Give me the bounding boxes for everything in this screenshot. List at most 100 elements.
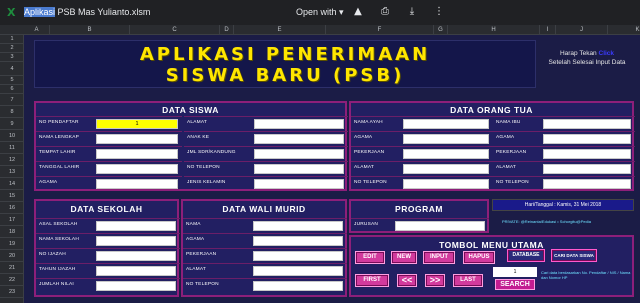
next-button[interactable]: >> (425, 274, 445, 287)
field-label: NAMA LENGKAP (39, 135, 79, 140)
row-header[interactable]: 8 (0, 106, 24, 118)
field-input[interactable] (96, 134, 178, 144)
form-row: JML SDR/KANDUNG (184, 146, 348, 160)
row-header[interactable]: 5 (0, 76, 24, 85)
row-header[interactable]: 19 (0, 238, 24, 250)
form-row: NAMA IBU (493, 116, 635, 130)
field-label: NO TELEPON (186, 282, 219, 287)
field-input[interactable] (403, 149, 489, 159)
field-input[interactable] (96, 266, 176, 276)
field-label: NAMA AYAH (354, 120, 383, 125)
row-header[interactable]: 21 (0, 262, 24, 274)
search-button[interactable]: SEARCH (495, 279, 535, 290)
field-input[interactable] (543, 179, 631, 189)
row-header[interactable]: 9 (0, 118, 24, 130)
row-header[interactable]: 6 (0, 85, 24, 94)
instruction-note: Harap Tekan Click Setelah Selesai Input … (539, 49, 635, 67)
field-input[interactable] (96, 281, 176, 291)
search-input[interactable]: 1 (493, 267, 537, 277)
first-button[interactable]: FIRST (355, 274, 389, 287)
database-button[interactable]: DATABASE (507, 249, 545, 262)
last-button[interactable]: LAST (453, 274, 483, 287)
row-header[interactable]: 7 (0, 94, 24, 106)
row-header[interactable]: 15 (0, 190, 24, 202)
row-header[interactable]: 11 (0, 142, 24, 154)
column-header[interactable]: H (448, 25, 540, 35)
column-header[interactable]: D (220, 25, 234, 35)
field-input[interactable] (395, 221, 485, 231)
field-input[interactable] (254, 134, 344, 144)
field-input[interactable] (254, 164, 344, 174)
hapus-button[interactable]: HAPUS (463, 251, 495, 264)
field-input[interactable] (403, 119, 489, 129)
field-input[interactable] (96, 149, 178, 159)
download-icon[interactable]: ⤓ (405, 5, 419, 19)
edit-button[interactable]: EDIT (355, 251, 385, 264)
field-input[interactable] (543, 149, 631, 159)
prev-button[interactable]: << (397, 274, 417, 287)
field-input[interactable]: 1 (96, 119, 178, 129)
column-header[interactable]: K (608, 25, 640, 35)
google-drive-icon[interactable]: ▲ (351, 5, 365, 19)
print-icon[interactable]: ⎙ (378, 5, 392, 19)
spreadsheet-viewport[interactable]: ABCDEFGHIJKLM 12345678910111213141516171… (0, 25, 640, 303)
form-row: ASAL SEKOLAH (36, 218, 180, 232)
field-input[interactable] (96, 236, 176, 246)
field-label: AGAMA (186, 237, 205, 242)
field-label: ASAL SEKOLAH (39, 222, 78, 227)
row-header[interactable]: 13 (0, 166, 24, 178)
column-header[interactable]: E (234, 25, 326, 35)
row-header[interactable]: 23 (0, 286, 24, 298)
field-input[interactable] (96, 179, 178, 189)
field-input[interactable] (96, 251, 176, 261)
banner-title-line1: APLIKASI PENERIMAAN (139, 44, 431, 65)
field-input[interactable] (253, 251, 343, 261)
column-header[interactable]: I (540, 25, 556, 35)
field-input[interactable] (543, 164, 631, 174)
row-header[interactable]: 16 (0, 202, 24, 214)
row-header[interactable]: 12 (0, 154, 24, 166)
field-input[interactable] (96, 164, 178, 174)
sheet-grid[interactable]: APLIKASI PENERIMAAN SISWA BARU (PSB) Har… (24, 35, 640, 303)
row-header[interactable]: 3 (0, 53, 24, 62)
data-sekolah-section: DATA SEKOLAH ASAL SEKOLAH NAMA SEKOLAH NO … (34, 199, 180, 297)
row-header[interactable]: 2 (0, 44, 24, 53)
column-headers: ABCDEFGHIJKLM (0, 25, 640, 35)
column-header[interactable]: G (434, 25, 448, 35)
field-input[interactable] (253, 281, 343, 291)
column-header[interactable]: F (326, 25, 434, 35)
field-input[interactable] (253, 236, 343, 246)
field-input[interactable] (254, 149, 344, 159)
column-header[interactable]: C (130, 25, 220, 35)
cari-data-button[interactable]: CARI DATA SISWA (551, 249, 597, 262)
row-header[interactable]: 14 (0, 178, 24, 190)
field-input[interactable] (96, 221, 176, 231)
row-header[interactable]: 10 (0, 130, 24, 142)
row-header[interactable]: 18 (0, 226, 24, 238)
new-button[interactable]: NEW (391, 251, 417, 264)
form-row: JUMLAH NILAI (36, 278, 180, 292)
field-input[interactable] (403, 164, 489, 174)
row-header[interactable]: 22 (0, 274, 24, 286)
field-input[interactable] (254, 119, 344, 129)
row-header[interactable]: 20 (0, 250, 24, 262)
row-header[interactable]: 1 (0, 35, 24, 44)
column-header[interactable]: B (50, 25, 130, 35)
banner-title-line2: SISWA BARU (PSB) (165, 65, 405, 86)
field-input[interactable] (403, 179, 489, 189)
field-input[interactable] (403, 134, 489, 144)
field-input[interactable] (253, 266, 343, 276)
field-input[interactable] (543, 134, 631, 144)
field-input[interactable] (543, 119, 631, 129)
row-header[interactable]: 4 (0, 62, 24, 76)
column-header[interactable]: A (24, 25, 50, 35)
form-row: NO IJAZAH (36, 248, 180, 262)
field-input[interactable] (254, 179, 344, 189)
field-input[interactable] (253, 221, 343, 231)
row-header[interactable]: 17 (0, 214, 24, 226)
more-icon[interactable]: ⋮ (432, 5, 446, 19)
open-with-button[interactable]: Open with ▾ (296, 7, 344, 18)
input-button[interactable]: INPUT (423, 251, 455, 264)
column-header[interactable]: J (556, 25, 608, 35)
field-label: NO IJAZAH (39, 252, 66, 257)
